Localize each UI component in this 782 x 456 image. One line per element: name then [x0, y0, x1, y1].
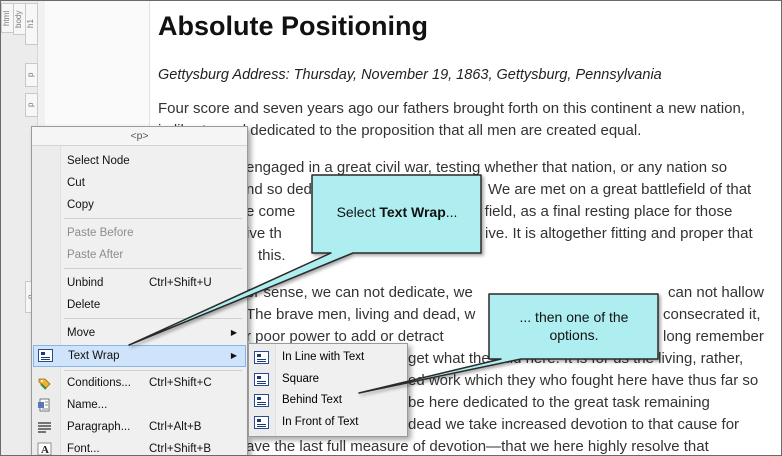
svg-text:A: A [41, 444, 49, 456]
menu-separator [64, 318, 242, 319]
submenu-item-in-line-with-text[interactable]: In Line with Text [249, 347, 407, 368]
xml-editor-window: html body h1 p p p Absolute Positioning … [0, 0, 782, 456]
subtitle: Gettysburg Address: Thursday, November 1… [158, 67, 662, 83]
paragraph-line: Four score and seven years ago our fathe… [158, 100, 746, 117]
callout-text-select: Select Text Wrap... [314, 204, 480, 220]
text-wrap-behind-icon [254, 394, 269, 407]
menu-item-unbind[interactable]: Unbind Ctrl+Shift+U [32, 272, 245, 294]
context-menu-title: <p> [32, 127, 247, 146]
paragraph-line: at field, as a final resting place for t… [468, 203, 733, 220]
text-wrap-front-icon [254, 416, 269, 429]
menu-item-label: Delete [67, 299, 101, 311]
menu-item-shortcut: Ctrl+Shift+U [149, 277, 212, 289]
page-title: Absolute Positioning [158, 11, 428, 41]
structure-tag-h1[interactable]: h1 [25, 3, 38, 45]
paragraph-line: get what they did here. It is for us the… [408, 350, 744, 367]
paragraph-line: ed work which they who fought here have … [408, 372, 759, 389]
menu-item-shortcut: Ctrl+Alt+B [149, 421, 202, 433]
menu-item-name[interactable]: Name... [32, 394, 245, 416]
callout-text-options: ... then one of the options. [491, 308, 657, 344]
paragraph-line: We are met on a great battlefield of tha… [488, 181, 752, 198]
menu-item-copy[interactable]: Copy [32, 194, 245, 216]
paragraph-line: er sense, we can not dedicate, we [246, 284, 473, 301]
paragraph-line: engaged in a great civil war, testing wh… [246, 159, 728, 176]
menu-item-delete[interactable]: Delete [32, 294, 245, 316]
structure-tag-p[interactable]: p [25, 93, 38, 117]
submenu-item-label: In Front of Text [282, 416, 359, 428]
text-wrap-inline-icon [254, 351, 269, 364]
menu-item-shortcut: Ctrl+Shift+B [149, 443, 211, 455]
menu-item-label: Select Node [67, 155, 130, 167]
menu-item-move[interactable]: Move ▶ [32, 322, 245, 344]
menu-item-paste-after[interactable]: Paste After [32, 244, 245, 266]
menu-item-shortcut: Ctrl+Shift+C [149, 377, 212, 389]
paragraph-line: nd so dedi [246, 181, 316, 198]
menu-item-label: Copy [67, 199, 94, 211]
paragraph-line: consecrated it, [663, 306, 761, 323]
menu-item-paragraph[interactable]: Paragraph... Ctrl+Alt+B [32, 416, 245, 438]
name-icon [37, 398, 52, 412]
paragraph-line: ive th [246, 225, 282, 242]
font-icon: A [37, 442, 52, 456]
menu-item-label: Unbind [67, 277, 104, 289]
menu-item-label: Move [67, 327, 96, 339]
callout-suffix: ... [445, 204, 458, 220]
menu-separator [64, 268, 242, 269]
paragraph-line: be here dedicated to the great task rema… [408, 394, 710, 411]
menu-separator [64, 218, 242, 219]
paragraph-line: this. [258, 247, 286, 264]
menu-item-label: Text Wrap [68, 350, 120, 362]
callout-bold: Text Wrap [379, 204, 446, 220]
text-wrap-square-icon [254, 373, 269, 386]
text-wrap-submenu: In Line with Text Square Behind Text In … [248, 343, 408, 437]
menu-item-paste-before[interactable]: Paste Before [32, 222, 245, 244]
callout-prefix: Select [336, 204, 380, 220]
callout-line: ... then one of the [519, 309, 629, 325]
paragraph-line: dead we take increased devotion to that … [408, 416, 740, 433]
menu-item-text-wrap[interactable]: Text Wrap ▶ [33, 345, 246, 367]
submenu-item-square[interactable]: Square [249, 369, 407, 390]
menu-item-label: Name... [67, 399, 108, 411]
menu-item-label: Conditions... [67, 377, 131, 389]
menu-item-cut[interactable]: Cut [32, 172, 245, 194]
context-menu: <p> Select Node Cut Copy Paste Before Pa… [31, 126, 248, 456]
submenu-arrow-icon: ▶ [230, 351, 237, 360]
paragraph-line: ave the last full measure of devotion—th… [246, 438, 709, 455]
paragraph-line: The brave men, living and dead, w [246, 306, 476, 323]
submenu-item-label: In Line with Text [282, 351, 365, 363]
text-wrap-icon [38, 349, 53, 363]
paragraph-line: can not hallow [668, 284, 764, 301]
submenu-item-in-front-of-text[interactable]: In Front of Text [249, 412, 407, 433]
menu-item-label: Font... [67, 443, 100, 455]
menu-item-label: Paste Before [67, 227, 134, 239]
menu-item-font[interactable]: A Font... Ctrl+Shift+B [32, 438, 245, 456]
submenu-item-behind-text[interactable]: Behind Text [249, 390, 407, 411]
tag-icon [37, 376, 52, 390]
submenu-arrow-icon: ▶ [230, 328, 237, 337]
callout-line: options. [549, 327, 599, 343]
submenu-item-label: Behind Text [282, 394, 342, 406]
paragraph-line: ive. It is altogether fitting and proper… [485, 225, 753, 242]
paragraph-line: long remember [663, 328, 764, 345]
submenu-item-label: Square [282, 373, 320, 385]
paragraph-icon [37, 420, 52, 434]
menu-item-label: Paste After [67, 249, 124, 261]
menu-item-label: Paragraph... [67, 421, 131, 433]
menu-item-select-node[interactable]: Select Node [32, 150, 245, 172]
structure-tag-p[interactable]: p [25, 63, 38, 87]
menu-item-label: Cut [67, 177, 85, 189]
menu-separator [64, 370, 242, 371]
menu-item-conditions[interactable]: Conditions... Ctrl+Shift+C [32, 372, 245, 394]
paragraph-line: e come [246, 203, 296, 220]
